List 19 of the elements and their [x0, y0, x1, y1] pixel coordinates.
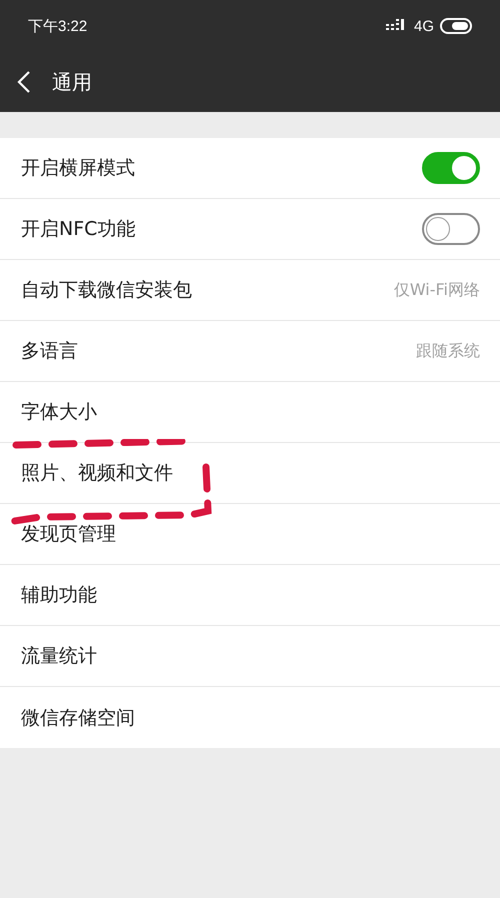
setting-value: 跟随系统 — [416, 340, 480, 362]
setting-label[interactable]: 照片、视频和文件 — [21, 460, 173, 486]
setting-label[interactable]: 自动下载微信安装包 — [21, 277, 192, 303]
setting-label[interactable]: 开启横屏模式 — [21, 155, 135, 181]
setting-value: 仅Wi-Fi网络 — [394, 280, 480, 300]
network-label: 4G — [414, 18, 434, 34]
setting-label[interactable]: 流量统计 — [21, 643, 97, 669]
setting-label[interactable]: 字体大小 — [21, 399, 97, 425]
back-icon[interactable] — [17, 70, 31, 94]
setting-label[interactable]: 多语言 — [21, 338, 78, 364]
page-title: 通用 — [52, 68, 92, 96]
setting-label[interactable]: 微信存储空间 — [21, 704, 135, 730]
battery-icon — [440, 18, 472, 34]
setting-label[interactable]: 发现页管理 — [21, 521, 116, 547]
toggle-switch[interactable] — [422, 152, 480, 184]
toggle-switch[interactable] — [422, 213, 480, 245]
setting-label[interactable]: 辅助功能 — [21, 582, 97, 608]
setting-label[interactable]: 开启NFC功能 — [21, 216, 136, 242]
status-time: 下午3:22 — [28, 16, 88, 36]
